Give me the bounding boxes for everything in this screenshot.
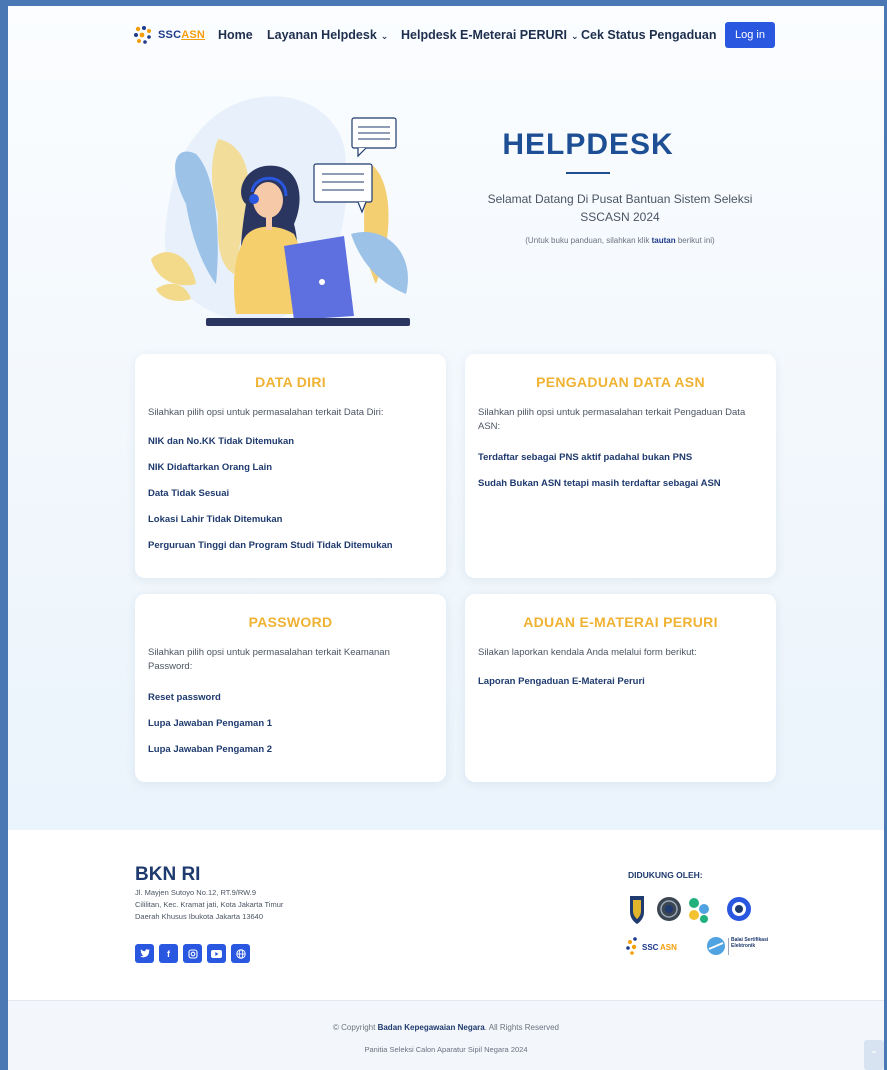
- copyright-text: © Copyright Badan Kepegawaian Negara. Al…: [332, 1023, 559, 1032]
- link-nik-didaftarkan-orang-lain[interactable]: NIK Didaftarkan Orang Lain: [148, 462, 272, 473]
- page: SSCASN Home Layanan Helpdesk ⌄ Helpdesk E…: [8, 6, 884, 1070]
- link-perguruan-tinggi[interactable]: Perguruan Tinggi dan Program Studi Tidak…: [148, 540, 393, 551]
- globe-icon[interactable]: [231, 944, 250, 963]
- site-footer: BKN RI Jl. Mayjen Sutoyo No.12, RT.9/RW.…: [8, 830, 884, 1000]
- nav-layanan-helpdesk[interactable]: Layanan Helpdesk ⌄: [267, 28, 388, 42]
- chevron-up-icon: ⌃: [869, 1049, 879, 1061]
- nav-helpdesk-emeterai[interactable]: Helpdesk E-Meterai PERURI ⌄: [401, 28, 579, 42]
- page-title: HELPDESK: [502, 128, 674, 161]
- card-pengaduan-data-asn: PENGADUAN DATA ASN Silahkan pilih opsi u…: [465, 354, 776, 578]
- link-sudah-bukan-asn[interactable]: Sudah Bukan ASN tetapi masih terdaftar s…: [478, 478, 721, 489]
- garuda-emblem-icon: [630, 896, 644, 924]
- card-description: Silahkan pilih opsi untuk permasalahan t…: [148, 647, 390, 672]
- card-title: PENGADUAN DATA ASN: [536, 374, 705, 390]
- card-title: DATA DIRI: [255, 374, 326, 390]
- link-terdaftar-pns-aktif[interactable]: Terdaftar sebagai PNS aktif padahal buka…: [478, 452, 692, 463]
- social-links: f: [135, 944, 250, 963]
- sscasn-small-logo-icon: SSC ASN: [626, 937, 677, 955]
- hero-note: (Untuk buku panduan, silahkan klik tauta…: [525, 236, 715, 245]
- copyright-bar: © Copyright Badan Kepegawaian Negara. Al…: [8, 1000, 884, 1070]
- twitter-icon[interactable]: [135, 944, 154, 963]
- bsre-logo-icon: Balai Sertifikasi Elektronik: [707, 937, 768, 955]
- card-title: PASSWORD: [248, 614, 333, 630]
- sscasn-logo-icon: [134, 26, 151, 44]
- chevron-down-icon: ⌄: [380, 31, 389, 41]
- login-button[interactable]: Log in: [725, 22, 775, 48]
- tautan-link[interactable]: tautan: [652, 236, 676, 245]
- nav-cek-status[interactable]: Cek Status Pengaduan: [581, 28, 716, 42]
- svg-text:ASN: ASN: [660, 943, 677, 952]
- footer-title: BKN RI: [135, 864, 201, 885]
- nav-home[interactable]: Home: [218, 28, 253, 42]
- svg-text:SSC: SSC: [642, 943, 659, 952]
- hero-subtitle: Selamat Datang Di Pusat Bantuan Sistem S…: [487, 192, 753, 224]
- bkn-logo-icon: [657, 897, 681, 921]
- site-header: SSCASN Home Layanan Helpdesk ⌄ Helpdesk E…: [8, 6, 884, 62]
- kemdikbud-logo-icon: [727, 897, 751, 921]
- komdigi-logo-icon: [689, 898, 709, 923]
- title-underline: [566, 172, 610, 174]
- card-aduan-emeterai: ADUAN E-MATERAI PERURI Silakan laporkan …: [465, 594, 776, 782]
- instagram-icon[interactable]: [183, 944, 202, 963]
- link-laporan-emeterai[interactable]: Laporan Pengaduan E-Materai Peruri: [478, 676, 645, 687]
- card-description: Silahkan pilih opsi untuk permasalahan t…: [478, 407, 746, 432]
- facebook-icon[interactable]: f: [159, 944, 178, 963]
- helpdesk-illustration: [151, 96, 410, 326]
- link-data-tidak-sesuai[interactable]: Data Tidak Sesuai: [148, 488, 229, 499]
- scroll-to-top-button[interactable]: ⌃: [864, 1040, 884, 1070]
- youtube-icon[interactable]: [207, 944, 226, 963]
- link-lokasi-lahir[interactable]: Lokasi Lahir Tidak Ditemukan: [148, 514, 282, 525]
- card-password: PASSWORD Silahkan pilih opsi untuk perma…: [135, 594, 446, 782]
- link-nik-kk-tidak-ditemukan[interactable]: NIK dan No.KK Tidak Ditemukan: [148, 436, 294, 447]
- card-title: ADUAN E-MATERAI PERURI: [523, 614, 718, 630]
- card-data-diri: DATA DIRI Silahkan pilih opsi untuk perm…: [135, 354, 446, 578]
- card-description: Silakan laporkan kendala Anda melalui fo…: [478, 647, 697, 658]
- committee-text: Panitia Seleksi Calon Aparatur Sipil Neg…: [364, 1045, 528, 1054]
- chevron-down-icon: ⌄: [571, 31, 579, 41]
- supported-by-title: DIDUKUNG OLEH:: [628, 870, 703, 880]
- card-description: Silahkan pilih opsi untuk permasalahan t…: [148, 407, 384, 418]
- link-lupa-jawaban-1[interactable]: Lupa Jawaban Pengaman 1: [148, 718, 272, 729]
- link-lupa-jawaban-2[interactable]: Lupa Jawaban Pengaman 2: [148, 744, 272, 755]
- link-reset-password[interactable]: Reset password: [148, 692, 221, 703]
- footer-address: Jl. Mayjen Sutoyo No.12, RT.9/RW.9 Cilil…: [135, 888, 284, 921]
- supporter-logos: SSC ASN Balai Sertifikasi Elektronik: [626, 896, 768, 955]
- sscasn-logo[interactable]: SSCASN: [132, 24, 205, 46]
- logo-text: SSCASN: [158, 29, 206, 41]
